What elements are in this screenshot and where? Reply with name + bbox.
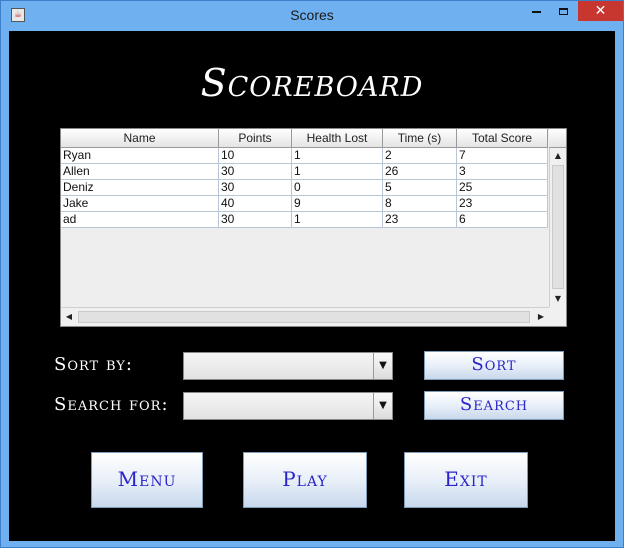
table-cell[interactable]: 23 [457,196,548,212]
sort-by-dropdown[interactable]: ▼ [183,352,393,380]
table-row[interactable]: Ryan 10 1 2 7 [61,148,548,164]
play-button[interactable]: Play [243,452,367,508]
scores-table[interactable]: Name Points Health Lost Time (s) Total S… [60,128,567,327]
minimize-button[interactable] [523,1,549,21]
table-cell[interactable]: Jake [61,196,219,212]
page-title: Scoreboard [200,61,424,105]
scrollbar-corner [549,307,566,326]
chevron-down-icon[interactable]: ▼ [373,393,392,419]
table-cell[interactable]: 6 [457,212,548,228]
vertical-scrollbar[interactable]: ▲ ▼ [549,148,566,307]
table-cell[interactable]: 0 [292,180,383,196]
column-header-points[interactable]: Points [219,129,292,147]
table-cell[interactable]: 30 [219,164,292,180]
column-header-total-score[interactable]: Total Score [457,129,548,147]
close-icon: ✕ [594,3,607,19]
maximize-icon [558,8,568,15]
table-cell[interactable]: 10 [219,148,292,164]
table-header: Name Points Health Lost Time (s) Total S… [61,129,548,148]
column-header-time[interactable]: Time (s) [383,129,457,147]
horizontal-scrollbar[interactable]: ◀ ▶ [61,307,549,326]
minimize-icon [531,10,541,13]
scroll-down-icon[interactable]: ▼ [550,291,566,307]
scoreboard-panel: Scoreboard Name Points Health Lost Time … [9,31,615,541]
table-cell[interactable]: 7 [457,148,548,164]
sort-by-label: Sort by: [54,354,133,375]
menu-button[interactable]: Menu [91,452,203,508]
table-cell[interactable]: Allen [61,164,219,180]
vertical-scroll-thumb[interactable] [552,165,564,289]
table-cell[interactable]: 26 [383,164,457,180]
column-header-health-lost[interactable]: Health Lost [292,129,383,147]
sort-button[interactable]: Sort [424,351,564,380]
scroll-right-icon[interactable]: ▶ [533,308,549,326]
search-button[interactable]: Search [424,391,564,420]
table-cell[interactable]: 5 [383,180,457,196]
scroll-up-icon[interactable]: ▲ [550,148,566,164]
table-cell[interactable]: 8 [383,196,457,212]
search-for-label: Search for: [54,394,169,415]
table-row[interactable]: ad 30 1 23 6 [61,212,548,228]
table-cell[interactable]: 1 [292,164,383,180]
scores-window: ☕ Scores ✕ Scoreboard Name Points Health… [0,0,624,548]
table-cell[interactable]: 2 [383,148,457,164]
close-button[interactable]: ✕ [578,1,623,21]
column-header-name[interactable]: Name [61,129,219,147]
table-cell[interactable]: Deniz [61,180,219,196]
table-cell[interactable]: Ryan [61,148,219,164]
table-cell[interactable]: 40 [219,196,292,212]
table-cell[interactable]: 3 [457,164,548,180]
title-bar[interactable]: ☕ Scores ✕ [1,1,623,31]
header-corner [549,129,566,148]
table-row[interactable]: Deniz 30 0 5 25 [61,180,548,196]
chevron-down-icon[interactable]: ▼ [373,353,392,379]
scroll-left-icon[interactable]: ◀ [61,308,77,326]
table-cell[interactable]: 23 [383,212,457,228]
table-cell[interactable]: 1 [292,148,383,164]
search-for-dropdown[interactable]: ▼ [183,392,393,420]
table-cell[interactable]: 9 [292,196,383,212]
table-cell[interactable]: 1 [292,212,383,228]
table-cell[interactable]: 25 [457,180,548,196]
maximize-button[interactable] [550,1,576,21]
table-cell[interactable]: 30 [219,180,292,196]
table-cell[interactable]: 30 [219,212,292,228]
exit-button[interactable]: Exit [404,452,528,508]
table-row[interactable]: Allen 30 1 26 3 [61,164,548,180]
horizontal-scroll-thumb[interactable] [78,311,530,323]
table-cell[interactable]: ad [61,212,219,228]
table-body: Ryan 10 1 2 7 Allen 30 1 26 3 Deniz 30 0 [61,148,548,228]
table-row[interactable]: Jake 40 9 8 23 [61,196,548,212]
